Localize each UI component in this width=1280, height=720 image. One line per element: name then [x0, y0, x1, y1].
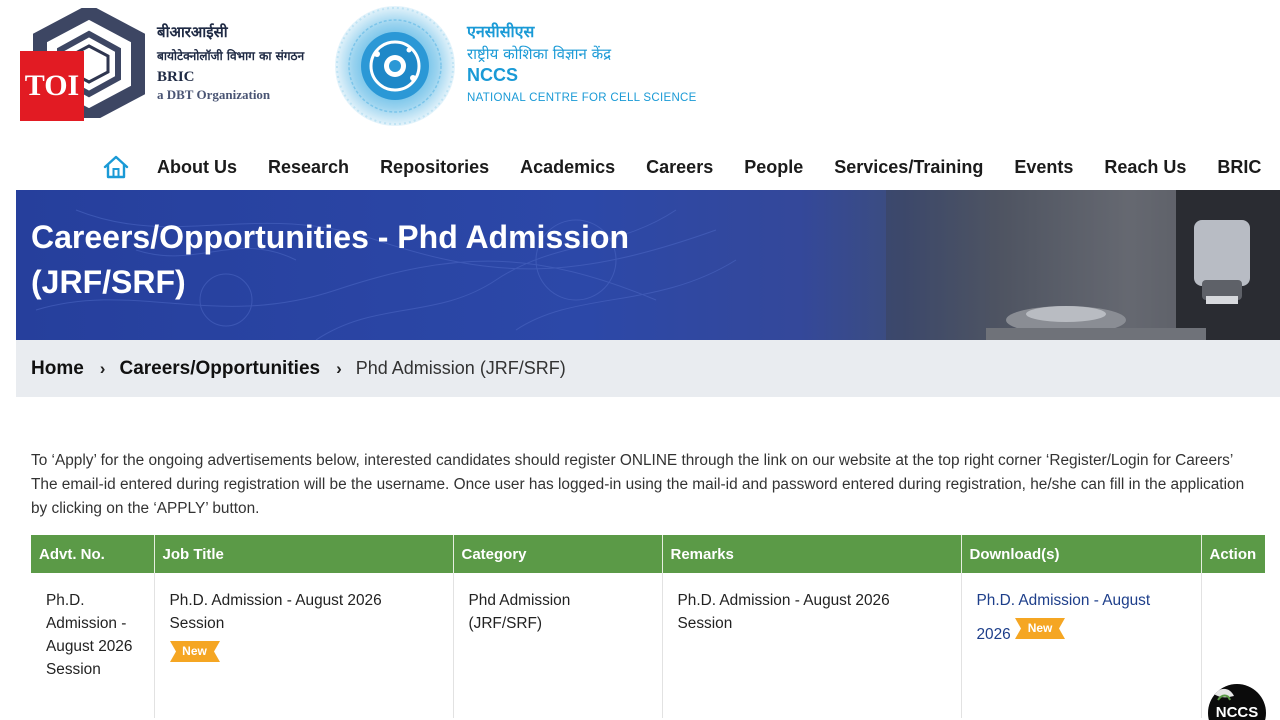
nccs-chat-widget[interactable]: NCCS [1208, 684, 1266, 720]
home-icon[interactable] [102, 153, 130, 181]
chevron-right-icon: › [99, 358, 106, 378]
new-badge-label: New [1027, 621, 1053, 635]
table-row: Ph.D. Admission - August 2026 Session Ph… [31, 573, 1265, 718]
column-header-advt-no: Advt. No. [31, 535, 155, 573]
cell-remarks: Ph.D. Admission - August 2026 Session [662, 573, 962, 718]
table-header-row: Advt. No. Job Title Category Remarks Dow… [31, 535, 1265, 573]
bric-hindi-tagline: बायोटेक्नोलॉजी विभाग का संगठन [157, 49, 305, 63]
nav-item-events[interactable]: Events [1014, 157, 1073, 178]
breadcrumb: Home › Careers/Opportunities › Phd Admis… [16, 340, 1280, 397]
nav-item-reach-us[interactable]: Reach Us [1104, 157, 1186, 178]
nav-item-bric[interactable]: BRIC [1217, 157, 1261, 178]
intro-paragraph: To ‘Apply’ for the ongoing advertisement… [31, 452, 1245, 517]
new-badge: New [169, 641, 220, 662]
column-header-downloads: Download(s) [961, 535, 1202, 573]
advertisements-table: Advt. No. Job Title Category Remarks Dow… [31, 535, 1265, 718]
nccs-hindi-abbr: एनसीसीएस [467, 22, 535, 41]
bric-hindi-name: बीआरआईसी [157, 23, 228, 41]
nav-item-research[interactable]: Research [268, 157, 349, 178]
widget-label: NCCS [1215, 704, 1259, 720]
bric-logo-text[interactable]: बीआरआईसी बायोटेक्नोलॉजी विभाग का संगठन B… [157, 22, 304, 103]
column-header-job-title: Job Title [154, 535, 454, 573]
new-badge-label: New [182, 644, 207, 658]
breadcrumb-current: Phd Admission (JRF/SRF) [355, 358, 566, 378]
chevron-right-icon: › [336, 358, 342, 378]
bric-subtitle: a DBT Organization [157, 87, 271, 102]
nav-item-people[interactable]: People [744, 157, 803, 178]
nav-item-careers[interactable]: Careers [646, 157, 713, 178]
nccs-abbr: NCCS [467, 65, 519, 85]
column-header-remarks: Remarks [662, 535, 962, 573]
main-nav: About Us Research Repositories Academics… [102, 150, 1261, 184]
nccs-logo-text[interactable]: एनसीसीएस राष्ट्रीय कोशिका विज्ञान केंद्र… [467, 20, 697, 104]
nav-item-repositories[interactable]: Repositories [380, 157, 489, 178]
nav-item-academics[interactable]: Academics [520, 157, 615, 178]
nav-item-about-us[interactable]: About Us [157, 157, 237, 178]
page-banner: Careers/Opportunities - Phd Admission (J… [16, 190, 1280, 340]
nccs-hindi-name: राष्ट्रीय कोशिका विज्ञान केंद्र [467, 45, 612, 63]
breadcrumb-careers-opportunities[interactable]: Careers/Opportunities [119, 358, 320, 380]
nav-item-services-training[interactable]: Services/Training [834, 157, 983, 178]
column-header-action: Action [1201, 535, 1265, 573]
cell-category: Phd Admission (JRF/SRF) [453, 573, 663, 718]
cell-job-title: Ph.D. Admission - August 2026 Session Ne… [154, 573, 454, 718]
nccs-emblem-icon[interactable] [333, 4, 457, 128]
toi-logo[interactable]: TOI [20, 51, 84, 121]
job-title-text: Ph.D. Admission - August 2026 Session [169, 592, 382, 632]
breadcrumb-home[interactable]: Home [31, 358, 84, 380]
new-badge: New [1015, 618, 1066, 639]
page-title-line-2: (JRF/SRF) [31, 264, 186, 300]
cell-downloads: Ph.D. Admission - August 2026 New [961, 573, 1202, 718]
page-title: Careers/Opportunities - Phd Admission (J… [31, 215, 629, 305]
nccs-full-name: NATIONAL CENTRE FOR CELL SCIENCE [467, 92, 697, 104]
bric-name: BRIC [157, 69, 195, 85]
column-header-category: Category [453, 535, 663, 573]
page-title-line-1: Careers/Opportunities - Phd Admission [31, 219, 630, 255]
cell-advt-no: Ph.D. Admission - August 2026 Session [31, 573, 155, 718]
